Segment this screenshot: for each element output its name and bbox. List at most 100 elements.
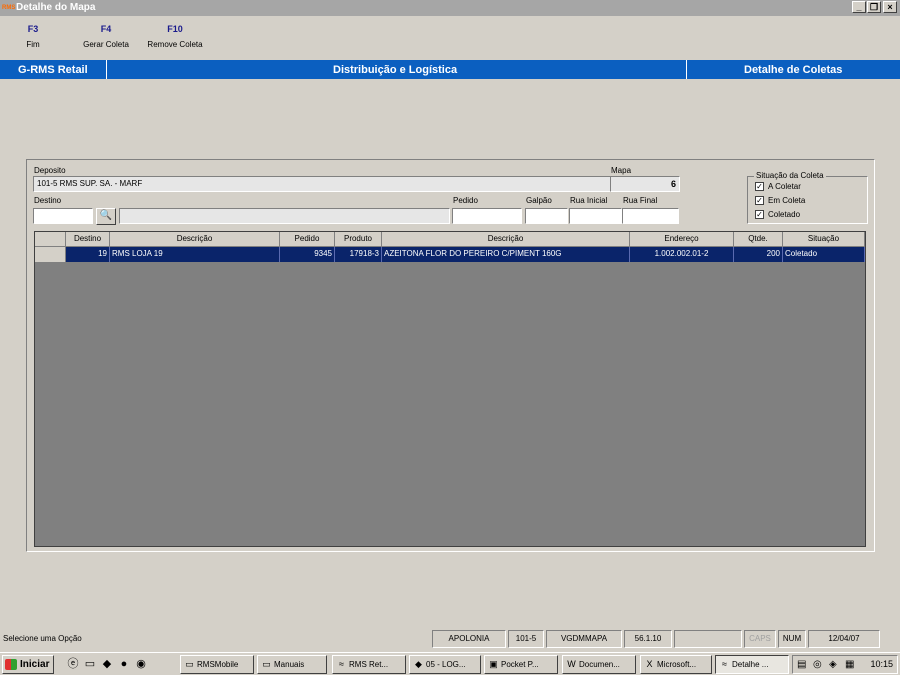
status-date: 12/04/07 xyxy=(808,630,880,648)
excel-icon: X xyxy=(646,659,653,669)
status-message: Selecione uma Opção xyxy=(3,634,82,643)
col-situacao[interactable]: Situação xyxy=(783,232,865,247)
cell-produto: 17918-3 xyxy=(335,247,382,262)
checkbox-label: A Coletar xyxy=(768,182,801,191)
grid-header: Destino Descrição Pedido Produto Descriç… xyxy=(35,232,865,247)
galpao-input[interactable] xyxy=(525,208,568,224)
status-empty xyxy=(674,630,742,648)
rua-final-label: Rua Final xyxy=(623,196,658,205)
fkey-code: F10 xyxy=(167,24,183,34)
taskbar-item-microsoft[interactable]: X Microsoft... xyxy=(640,655,712,674)
status-branch: 101-5 xyxy=(508,630,544,648)
checkmark-icon: ✓ xyxy=(755,196,764,206)
deposito-label: Deposito xyxy=(34,166,66,175)
mapa-field[interactable]: 6 xyxy=(610,176,680,192)
coletado-checkbox[interactable]: ✓ Coletado xyxy=(755,210,801,220)
close-button[interactable]: × xyxy=(883,1,897,13)
taskbar-label: Pocket P... xyxy=(501,660,539,669)
taskbar-item-pocket-pc[interactable]: ▣ Pocket P... xyxy=(484,655,558,674)
fkey-label: Remove Coleta xyxy=(147,40,203,49)
destino-input[interactable] xyxy=(33,208,93,224)
cell-descricao-produto: AZEITONA FLOR DO PEREIRO C/PIMENT 160G xyxy=(382,247,630,262)
restore-button[interactable]: ❐ xyxy=(867,1,881,13)
taskbar-label: Manuais xyxy=(274,660,305,669)
binoculars-search-icon[interactable]: 🔍 xyxy=(96,208,116,225)
cell-qtde: 200 xyxy=(734,247,783,262)
taskbar-item-documento[interactable]: W Documen... xyxy=(562,655,636,674)
destino-description-field xyxy=(119,208,450,224)
checkbox-label: Em Coleta xyxy=(768,196,806,205)
windows-logo-icon xyxy=(5,658,17,670)
taskbar-label: Detalhe ... xyxy=(732,660,769,669)
row-header-corner xyxy=(35,232,66,247)
taskbar-label: Documen... xyxy=(579,660,620,669)
coletas-grid[interactable]: Destino Descrição Pedido Produto Descriç… xyxy=(34,231,866,547)
col-pedido[interactable]: Pedido xyxy=(280,232,335,247)
status-caps: CAPS xyxy=(744,630,776,648)
status-bar: Selecione uma Opção APOLONIA 101-5 VGDMM… xyxy=(0,629,900,650)
status-user: APOLONIA xyxy=(432,630,506,648)
f3-fim-button[interactable]: F3 Fim xyxy=(18,24,48,49)
app-name: G-RMS Retail xyxy=(18,64,88,76)
rua-inicial-input[interactable] xyxy=(569,208,622,224)
row-selector[interactable] xyxy=(35,247,66,262)
pedido-input[interactable] xyxy=(452,208,522,224)
clock: 10:15 xyxy=(870,659,893,669)
col-descricao[interactable]: Descrição xyxy=(110,232,280,247)
screen-name: Detalhe de Coletas xyxy=(744,64,843,76)
f10-remove-coleta-button[interactable]: F10 Remove Coleta xyxy=(141,24,209,49)
situacao-groupbox: Situação da Coleta ✓ A Coletar ✓ Em Coleta… xyxy=(747,171,868,224)
col-descricao-produto[interactable]: Descrição xyxy=(382,232,630,247)
checkbox-label: Coletado xyxy=(768,210,801,219)
cell-situacao: Coletado xyxy=(783,247,865,262)
cell-descricao: RMS LOJA 19 xyxy=(110,247,280,262)
word-document-icon: W xyxy=(567,659,576,669)
taskbar-item-rmsmobile[interactable]: ▭ RMSMobile xyxy=(180,655,254,674)
start-button[interactable]: Iniciar xyxy=(2,655,54,674)
browser-quicklaunch-icon[interactable]: ◉ xyxy=(134,657,148,671)
taskbar-label: 05 - LOG... xyxy=(426,660,466,669)
app-icon: RMS xyxy=(2,5,16,11)
minimize-button[interactable]: _ xyxy=(852,1,866,13)
deposito-field[interactable]: 101-5 RMS SUP. SA. - MARF xyxy=(33,176,611,192)
rua-inicial-label: Rua Inicial xyxy=(570,196,608,205)
network-icon[interactable]: ▤ xyxy=(797,656,806,673)
ie-quicklaunch-icon[interactable]: ⓔ xyxy=(66,657,80,671)
media-quicklaunch-icon[interactable]: ● xyxy=(117,657,131,671)
taskbar-label: Microsoft... xyxy=(657,660,697,669)
title-bar: RMS Detalhe do Mapa _ ❐ × xyxy=(0,0,900,16)
em-coleta-checkbox[interactable]: ✓ Em Coleta xyxy=(755,196,806,206)
fkey-label: Gerar Coleta xyxy=(83,40,129,49)
antivirus-icon[interactable]: ◈ xyxy=(829,656,837,673)
pocket-pc-icon: ▣ xyxy=(489,659,498,669)
checkmark-icon: ✓ xyxy=(755,182,764,192)
rua-final-input[interactable] xyxy=(622,208,679,224)
folder-icon: ▭ xyxy=(185,659,194,669)
col-endereco[interactable]: Endereço xyxy=(630,232,734,247)
folder-quicklaunch-icon[interactable]: ▭ xyxy=(83,657,97,671)
rms-icon: ≈ xyxy=(722,659,727,669)
cell-endereco: 1.002.002.01-2 xyxy=(630,247,734,262)
app-quicklaunch-icon[interactable]: ◆ xyxy=(100,657,114,671)
situacao-title: Situação da Coleta xyxy=(754,171,826,180)
col-produto[interactable]: Produto xyxy=(335,232,382,247)
col-qtde[interactable]: Qtde. xyxy=(734,232,783,247)
destino-label: Destino xyxy=(34,196,62,205)
taskbar-item-detalhe[interactable]: ≈ Detalhe ... xyxy=(715,655,789,674)
pedido-label: Pedido xyxy=(453,196,478,205)
tray-app-icon[interactable]: ▦ xyxy=(845,656,854,673)
function-key-toolbar: F3 Fim F4 Gerar Coleta F10 Remove Coleta xyxy=(0,16,900,58)
table-row[interactable]: 19 RMS LOJA 19 9345 17918-3 AZEITONA FLO… xyxy=(35,247,865,262)
fkey-code: F3 xyxy=(27,24,39,34)
f4-gerar-coleta-button[interactable]: F4 Gerar Coleta xyxy=(74,24,138,49)
taskbar-item-manuais[interactable]: ▭ Manuais xyxy=(257,655,327,674)
taskbar-item-05-log[interactable]: ◆ 05 - LOG... xyxy=(409,655,481,674)
sync-icon[interactable]: ◎ xyxy=(813,656,822,673)
fkey-label: Fim xyxy=(26,40,40,49)
a-coletar-checkbox[interactable]: ✓ A Coletar xyxy=(755,182,801,192)
status-version: 56.1.10 xyxy=(624,630,672,648)
fkey-code: F4 xyxy=(100,24,112,34)
taskbar-item-rms-retail[interactable]: ≈ RMS Ret... xyxy=(332,655,406,674)
col-destino[interactable]: Destino xyxy=(66,232,110,247)
cell-destino: 19 xyxy=(66,247,110,262)
